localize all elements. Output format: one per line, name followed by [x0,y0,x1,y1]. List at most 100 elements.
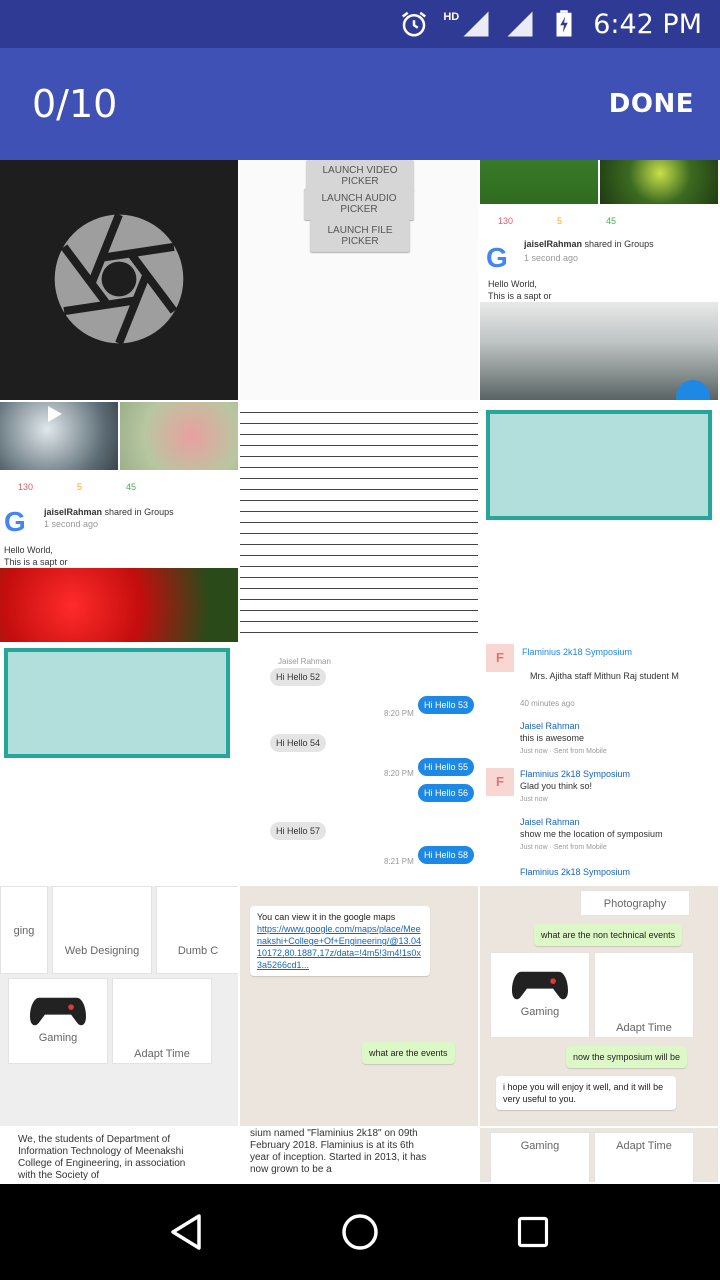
image-thumbnail-post-flowers[interactable]: 130 5 45 G jaiselRahman shared in Groups… [0,402,240,644]
gamepad-icon [30,997,86,1026]
image-grid: LAUNCH VIDEO PICKER LAUNCH AUDIO PICKER … [0,160,720,1184]
recents-button[interactable] [503,1202,563,1262]
home-circle-icon [342,1214,378,1250]
whatsapp-bubble: what are the events [362,1042,455,1064]
done-button[interactable]: DONE [609,89,694,119]
google-logo-icon: G [486,242,508,273]
symposium-avatar: F [486,768,514,796]
event-card: Gaming [490,952,590,1038]
camera-shutter-icon [54,213,184,345]
image-thumbnail-syllabus-table[interactable] [240,402,480,644]
symposium-avatar: F [486,644,514,672]
post-time: 1 second ago [44,519,99,529]
image-thumbnail-document-1[interactable]: We, the students of Department of Inform… [0,1128,240,1184]
status-bar: HD 6:42 PM [0,0,720,48]
google-logo-icon: G [4,506,26,537]
post-body-line2: This is a sapt or [488,291,552,301]
chat-time: 8:20 PM [384,709,414,718]
chat-message: Hi Hello 56 [418,784,475,802]
post-stats: 130 5 45 [0,476,154,498]
syllabus-table-image [240,402,478,642]
chat-message: Hi Hello 58 [418,846,475,864]
signal-icon [507,11,533,37]
navigation-bar [0,1184,720,1280]
image-thumbnail-events-3[interactable]: Gaming Adapt Time [480,1128,720,1184]
red-dahlias-image [0,568,238,642]
image-thumbnail-whatsapp-chat[interactable]: You can view it in the google maps https… [240,886,480,1128]
event-card: Dumb C [156,886,238,974]
comment-meta: Just now · Sent from Mobile [520,748,607,755]
post-author-line: jaiselRahman shared in Groups [524,238,654,250]
post-time: 1 second ago [524,253,579,263]
post-stats: 130 5 45 [480,210,634,232]
event-card: Photography [580,890,690,916]
chat-message: Hi Hello 52 [270,668,327,686]
camera-tile[interactable] [0,160,240,402]
image-thumbnail-events[interactable]: ging Web Designing Dumb C Gaming Adapt T… [0,886,240,1128]
comment-author: Jaisel Rahman [520,817,580,827]
symposium-tags: Mrs. Ajitha staff Mithun Raj student M [530,671,679,681]
symposium-time: 40 minutes ago [520,699,575,708]
back-button[interactable] [157,1202,217,1262]
network-type-label: HD [443,11,460,23]
chat-time: 8:20 PM [384,769,414,778]
likes-count: 130 [498,216,514,226]
post-action: shared in Groups [584,239,654,249]
post-body-line1: Hello World, [4,545,53,555]
thumb-audio-picker-label: LAUNCH AUDIO PICKER [304,188,414,220]
image-thumbnail-symposium[interactable]: F Flaminius 2k18 Symposium Mrs. Ajitha s… [480,644,720,886]
image-thumbnail-timetable[interactable] [480,402,720,644]
grass-image [480,160,598,204]
image-thumbnail-whatsapp-events[interactable]: Photography what are the non technical e… [480,886,720,1128]
image-thumbnail-document-2[interactable]: sium named "Flaminius 2k18" on 09th Febr… [240,1128,480,1184]
selection-counter: 0/10 [32,82,118,126]
chat-message: Hi Hello 57 [270,822,327,840]
alarm-icon [402,11,427,37]
likes-count: 130 [18,482,34,492]
back-triangle-icon [170,1214,201,1250]
image-thumbnail-timetable-2[interactable] [0,644,240,886]
comment-author: Jaisel Rahman [520,721,580,731]
recents-square-icon [518,1216,549,1248]
comment-text: show me the location of symposium [520,829,663,839]
home-button[interactable] [330,1202,390,1262]
shares-count: 45 [606,216,617,226]
status-time: 6:42 PM [593,8,702,40]
whatsapp-bubble: what are the non technical events [534,924,683,946]
chat-sender: Jaisel Rahman [278,657,331,666]
gamepad-icon [512,971,568,1000]
post-author: jaiselRahman [44,507,103,517]
comment-author: Flaminius 2k18 Symposium [520,867,631,877]
red-flower-closeup-image [120,402,238,470]
symposium-title: Flaminius 2k18 Symposium [522,647,633,657]
chat-message: Hi Hello 55 [418,758,475,776]
document-text: sium named "Flaminius 2k18" on 09th Febr… [250,1128,427,1175]
whatsapp-bubble: You can view it in the google maps https… [250,906,430,976]
event-card: Adapt Time [112,978,212,1064]
comment-meta: Just now · Sent from Mobile [520,844,607,851]
timetable-image [486,410,712,520]
comment-text: this is awesome [520,733,585,743]
post-body-line1: Hello World, [488,279,537,289]
event-card: Adapt Time [594,952,694,1038]
timetable-image [4,648,230,758]
event-card: ging [0,886,48,974]
comments-count: 5 [557,216,563,226]
comment-text: Glad you think so! [520,781,593,791]
event-card: Web Designing [52,886,152,974]
chat-message: Hi Hello 54 [270,734,327,752]
app-bar: 0/10 DONE [0,48,720,160]
signal-hd-icon [463,11,489,37]
image-thumbnail-picker-screenshot[interactable]: LAUNCH VIDEO PICKER LAUNCH AUDIO PICKER … [240,160,480,402]
chat-time: 8:21 PM [384,857,414,866]
image-thumbnail-post-landscape[interactable]: 130 5 45 G jaiselRahman shared in Groups… [480,160,720,402]
image-thumbnail-chat[interactable]: Jaisel Rahman Hi Hello 52 Hi Hello 53 8:… [240,644,480,886]
whatsapp-bubble: i hope you will enjoy it well, and it wi… [496,1076,676,1110]
comment-author: Flaminius 2k18 Symposium [520,769,631,779]
battery-charging-icon [556,10,572,37]
comment-meta: Just now [520,796,548,803]
post-author-line: jaiselRahman shared in Groups [44,506,174,518]
event-card: Gaming [490,1132,590,1182]
post-body-line2: This is a sapt or [4,557,68,567]
document-text: We, the students of Department of Inform… [18,1134,186,1181]
